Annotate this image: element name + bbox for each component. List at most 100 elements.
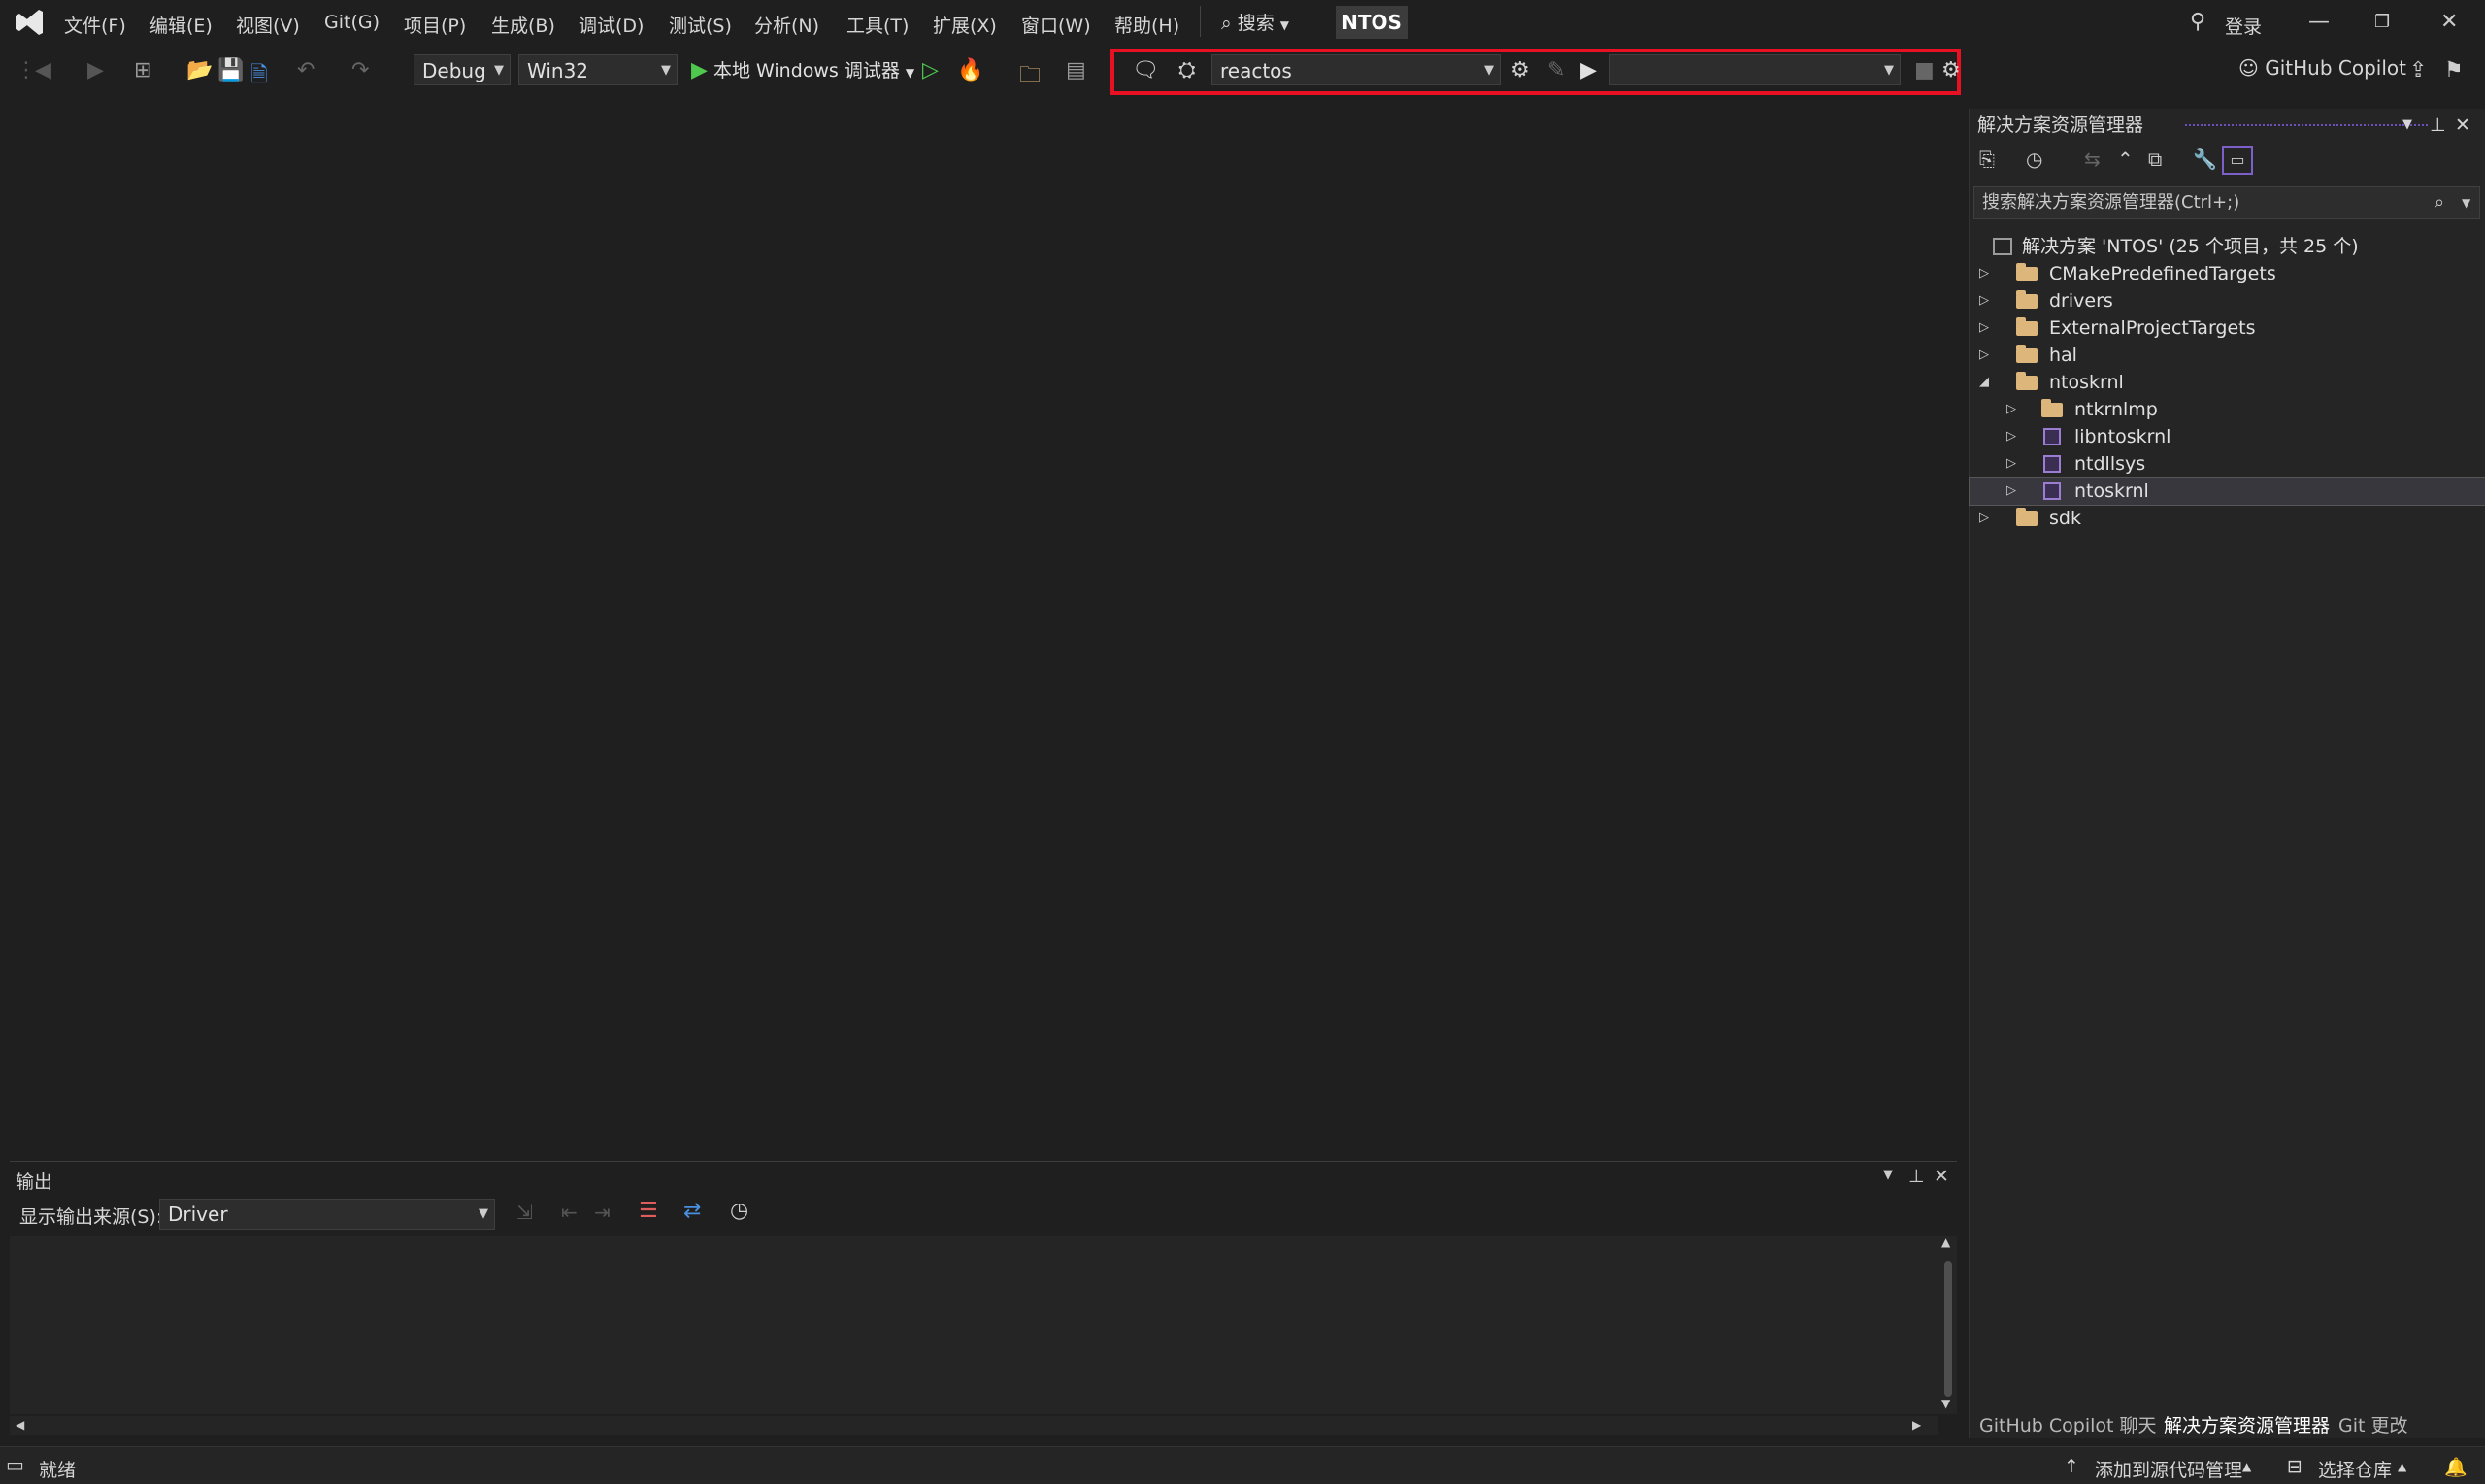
attach-process-icon[interactable]: ⚙ [1510,58,1530,82]
edit-icon[interactable]: ✎ [1547,58,1565,82]
chevron-up-icon[interactable]: ▲ [2398,1460,2406,1473]
menu-debug[interactable]: 调试(D) [579,12,644,38]
layout-icon[interactable]: ▤ [1066,58,1086,82]
word-wrap-icon[interactable]: ⇄ [683,1199,701,1223]
solution-node[interactable]: 解决方案 'NTOS' (25 个项目，共 25 个) [1970,233,2485,260]
scroll-down-icon[interactable]: ▼ [1941,1397,1950,1410]
expand-icon[interactable]: ▷ [2006,396,2016,423]
horizontal-scrollbar[interactable]: ◀ ▶ [10,1416,1938,1435]
scroll-right-icon[interactable]: ▶ [1912,1418,1921,1432]
tree-item[interactable]: ▷ sdk [1970,505,2485,532]
feedback-icon[interactable]: ⚑ [2444,58,2464,82]
notifications-bell-icon[interactable]: 🔔 [2444,1456,2468,1478]
navigate-forward-icon[interactable]: ▶ [87,58,104,82]
properties-icon[interactable]: 🔧 [2193,148,2217,171]
close-icon[interactable]: ✕ [2455,109,2470,142]
next-message-icon[interactable]: ⇥ [594,1201,611,1224]
status-message-icon[interactable]: ▭ [6,1453,24,1476]
vertical-scrollbar[interactable]: ▲ ▼ [1938,1236,1957,1414]
account-icon[interactable]: ⚲ [2190,10,2205,34]
output-text-area[interactable] [10,1236,1938,1414]
menu-file[interactable]: 文件(F) [64,12,126,38]
target-dropdown[interactable]: reactos ▼ [1211,54,1501,85]
open-file-icon[interactable]: 📂 [186,58,213,82]
secondary-dropdown[interactable]: ▼ [1609,54,1901,85]
timestamp-icon[interactable]: ◷ [730,1199,748,1223]
login-link[interactable]: 登录 [2225,13,2262,39]
chevron-up-icon[interactable]: ▲ [2242,1460,2251,1473]
scroll-left-icon[interactable]: ◀ [16,1418,24,1432]
restore-icon[interactable]: ❐ [2374,12,2390,32]
menu-git[interactable]: Git(G) [324,12,380,33]
preview-selected-icon[interactable]: ▭ [2222,146,2253,175]
collapse-icon[interactable]: ◢ [1979,369,1989,396]
search-icon[interactable]: ⌕ [2435,187,2444,218]
tree-item[interactable]: ▷ hal [1970,342,2485,369]
expand-icon[interactable]: ▷ [2006,450,2016,478]
menu-help[interactable]: 帮助(H) [1114,12,1179,38]
tree-item[interactable]: ▷ ntdllsys [1970,450,2485,478]
add-to-source-control-button[interactable]: 添加到源代码管理 [2095,1456,2242,1482]
close-icon[interactable]: ✕ [2440,10,2458,34]
new-project-icon[interactable]: ⊞ [134,58,151,82]
menu-test[interactable]: 测试(S) [669,12,732,38]
expand-icon[interactable]: ▷ [1979,287,1989,314]
search-button[interactable]: ⌕ 搜索 ▼ [1221,9,1289,35]
visual-studio-logo-icon[interactable] [14,8,45,37]
settings-icon[interactable]: ⚙ [1941,58,1961,82]
solution-explorer-search-input[interactable]: 搜索解决方案资源管理器(Ctrl+;) ⌕ ▼ [1973,186,2480,219]
hot-reload-icon[interactable]: 🔥 [957,58,983,82]
tab-solution-explorer[interactable]: 解决方案资源管理器 [2164,1411,2330,1437]
menu-edit[interactable]: 编辑(E) [149,12,213,38]
solution-folder-icon[interactable]: 🗀 [1019,58,1041,95]
tree-item[interactable]: ▷ ntkrnlmp [1970,396,2485,423]
menu-build[interactable]: 生成(B) [491,12,555,38]
expand-icon[interactable]: ▷ [1979,342,1989,369]
expand-icon[interactable]: ▷ [2006,423,2016,450]
chevron-down-icon[interactable]: ▼ [2462,187,2470,218]
save-all-icon[interactable]: 🗎 [250,58,268,95]
start-debugging-button[interactable]: ▶ 本地 Windows 调试器 ▼ [691,56,914,85]
chevron-down-icon[interactable]: ▼ [2402,109,2412,142]
collapse-all-icon[interactable]: ⌃ [2117,148,2134,171]
find-message-icon[interactable]: ⇲ [516,1201,533,1224]
expand-icon[interactable]: ▷ [2006,478,2016,505]
repository-icon[interactable]: ⊟ [2287,1456,2303,1477]
clear-all-icon[interactable]: ☰ [639,1199,658,1223]
expand-icon[interactable]: ▷ [1979,260,1989,287]
sync-icon[interactable]: ⇆ [2084,148,2101,171]
comment-icon[interactable]: 🗨 [1132,58,1159,82]
redo-icon[interactable]: ↷ [351,58,369,82]
menu-tools[interactable]: 工具(T) [846,12,909,38]
tree-item-selected[interactable]: ▷ ntoskrnl [1969,477,2485,506]
solution-name-badge[interactable]: NTOS [1336,6,1408,39]
history-icon[interactable]: ◷ [2026,148,2042,171]
menu-window[interactable]: 窗口(W) [1021,12,1091,38]
previous-message-icon[interactable]: ⇤ [561,1201,578,1224]
play-icon[interactable]: ▶ [1580,58,1597,82]
tab-git-changes[interactable]: Git 更改 [2338,1411,2408,1437]
source-control-up-icon[interactable]: ↑ [2064,1456,2079,1477]
save-icon[interactable]: 💾 [217,58,244,82]
scroll-up-icon[interactable]: ▲ [1941,1236,1950,1249]
scrollbar-thumb[interactable] [1944,1261,1952,1397]
tab-github-copilot-chat[interactable]: GitHub Copilot 聊天 [1979,1411,2157,1437]
menu-project[interactable]: 项目(P) [404,12,466,38]
pin-icon[interactable]: ⊥ [2430,109,2446,142]
select-repository-button[interactable]: 选择仓库 [2318,1456,2392,1482]
menu-analyze[interactable]: 分析(N) [754,12,819,38]
toolbar-grip-icon[interactable]: ⋮ [16,58,37,82]
share-icon[interactable]: ⇪ [2409,58,2427,82]
close-icon[interactable]: ✕ [1934,1166,1949,1187]
minimize-icon[interactable]: — [2308,10,2330,34]
start-without-debugging-icon[interactable]: ▷ [922,58,939,82]
expand-icon[interactable]: ▷ [1979,314,1989,342]
undo-icon[interactable]: ↶ [297,58,315,82]
stop-icon[interactable]: ■ [1914,58,1935,82]
expand-icon[interactable]: ▷ [1979,505,1989,532]
platform-dropdown[interactable]: Win32 ▼ [518,54,678,85]
pin-icon[interactable]: ⊥ [1908,1166,1925,1187]
configuration-dropdown[interactable]: Debug ▼ [414,54,511,85]
tree-item[interactable]: ▷ ExternalProjectTargets [1970,314,2485,342]
github-copilot-button[interactable]: ☺ GitHub Copilot [2238,56,2406,80]
